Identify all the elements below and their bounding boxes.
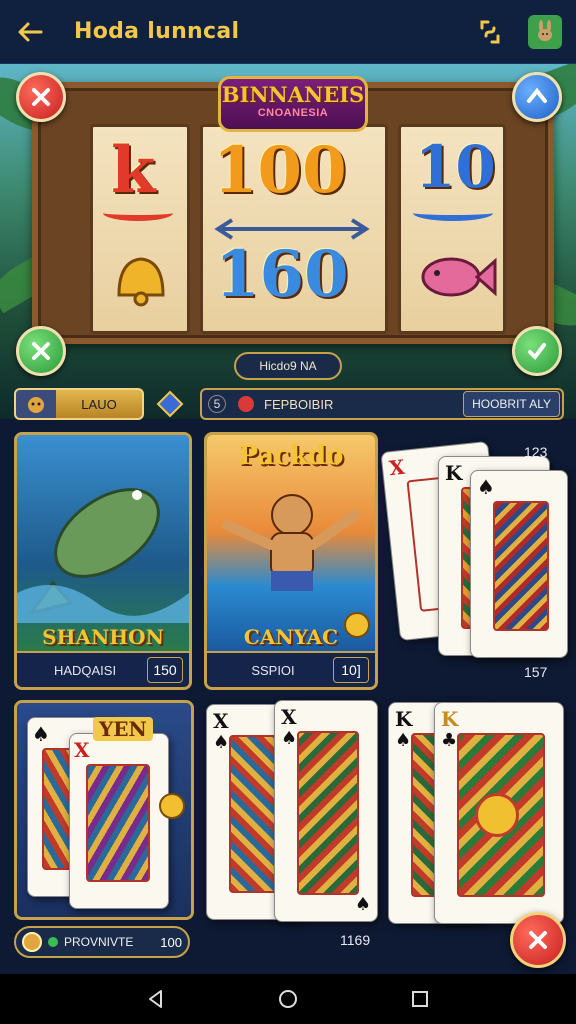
tile-title: SHANHON: [42, 625, 164, 649]
system-nav-bar: [0, 974, 576, 1024]
back-button[interactable]: [14, 16, 46, 48]
close-icon: [32, 342, 50, 360]
reel-2-bottom-number: 160: [215, 237, 349, 312]
nav-recents-icon[interactable]: [409, 988, 431, 1010]
avatar[interactable]: [528, 14, 562, 49]
tile-title: CANYAC: [243, 625, 339, 649]
close-fab-button[interactable]: [510, 912, 566, 968]
page-title: Hoda lunncal: [74, 19, 240, 44]
bet-label: FEPBOIBIR: [264, 396, 334, 412]
online-dot-icon: [48, 937, 58, 947]
tile-footer-count: 150: [147, 657, 183, 683]
slot-machine: k 100 160 10 BINNANEIS CNOANESIA: [32, 76, 554, 344]
app-bar: Hoda lunncal: [0, 0, 576, 64]
reel-2-top-number: 100: [213, 133, 347, 208]
count-top-right: 123: [524, 444, 548, 460]
fish-illustration-icon: [17, 488, 189, 623]
bell-icon: [117, 257, 165, 307]
bottom-pill-label: PROVNIVTE: [64, 935, 134, 949]
close-icon: [529, 931, 547, 949]
reel-3-symbol: 10: [415, 133, 496, 201]
playing-card[interactable]: ♠: [470, 470, 568, 658]
fish-icon: [421, 257, 497, 297]
lion-icon: [16, 390, 56, 418]
game-tile-fish[interactable]: SHANHON HADQAISI 150: [14, 432, 192, 690]
check-icon: [528, 343, 546, 361]
share-icon: [480, 20, 500, 43]
double-arrow-icon: [214, 218, 370, 240]
tile-badge-label: YEN: [93, 717, 153, 741]
playing-card[interactable]: K ♣: [434, 702, 564, 924]
bet-strip: 5 FEPBOIBIR HOOBRIT ALY: [200, 388, 564, 420]
balance-label: LAUO: [81, 396, 117, 412]
nav-home-icon[interactable]: [277, 988, 299, 1010]
reel-1-symbol: k: [111, 133, 156, 208]
confirm-corner-button[interactable]: [512, 326, 562, 376]
rabbit-avatar-icon: [538, 19, 552, 41]
character-illustration-icon: [222, 494, 370, 638]
diamond-icon: [156, 390, 184, 418]
bottom-status-pill[interactable]: PROVNIVTE 100: [14, 926, 190, 958]
chevron-up-icon: [527, 87, 547, 103]
tile-top-title: Packdo: [238, 441, 344, 471]
cancel-corner-button[interactable]: [16, 326, 66, 376]
tools-icon: [32, 88, 50, 106]
tile-footer-name: HADQAISI: [53, 662, 117, 678]
slot-info-label: Hicdo9 NA: [234, 352, 342, 380]
count-mid-right: 157: [524, 664, 548, 680]
tile-footer-count: 10]: [333, 657, 369, 683]
right-info-button[interactable]: HOOBRIT ALY: [463, 391, 560, 417]
count-bottom-mid: 1169: [340, 932, 371, 948]
balance-chip[interactable]: LAUO: [14, 388, 144, 420]
up-corner-button[interactable]: [512, 72, 562, 122]
nav-back-icon[interactable]: [145, 988, 167, 1010]
coin-icon: [22, 932, 42, 952]
card-rank: K: [445, 461, 463, 485]
game-tile-kings[interactable]: ♠ X YEN: [14, 700, 194, 920]
bet-prefix: 5: [208, 395, 226, 413]
playing-card[interactable]: X ♠ ♠: [274, 700, 378, 922]
reel-1: k: [90, 124, 190, 334]
slot-logo: BINNANEIS CNOANESIA: [218, 76, 368, 132]
arrow-left-icon: [18, 22, 43, 41]
card-rank: X: [387, 454, 406, 481]
gem-icon: [238, 396, 254, 412]
bottom-pill-value: 100: [160, 934, 182, 950]
reel-3: 10: [398, 124, 506, 334]
game-tile-character[interactable]: Packdo CANYAC SSPIOI 10]: [204, 432, 378, 690]
close-corner-button[interactable]: [16, 72, 66, 122]
tile-footer-name: SSPIOI: [251, 662, 295, 678]
share-button[interactable]: [474, 16, 506, 48]
